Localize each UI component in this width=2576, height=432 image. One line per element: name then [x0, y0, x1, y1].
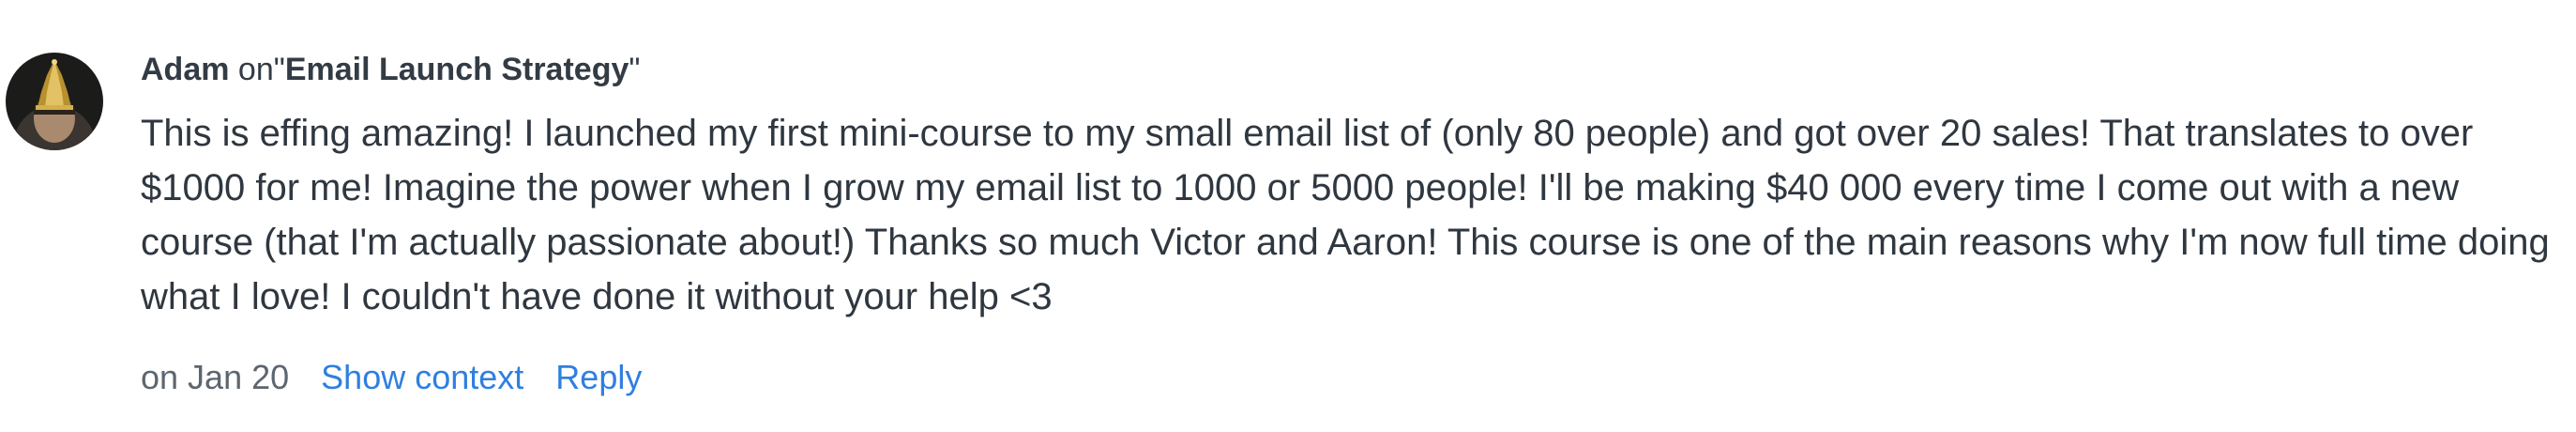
reply-link[interactable]: Reply: [555, 358, 642, 396]
comment-date: on Jan 20: [141, 358, 290, 396]
comment-item: Adam on"Email Launch Strategy" This is e…: [0, 0, 2576, 432]
comment-header: Adam on"Email Launch Strategy": [141, 49, 640, 90]
quote-open: ": [273, 52, 285, 87]
lesson-title[interactable]: Email Launch Strategy: [285, 52, 629, 87]
comment-body: This is effing amazing! I launched my fi…: [141, 113, 2550, 317]
avatar-image: [6, 53, 103, 150]
quote-close: ": [629, 52, 641, 87]
on-label: on: [237, 52, 274, 87]
avatar[interactable]: [6, 53, 103, 150]
show-context-link[interactable]: Show context: [321, 358, 523, 396]
comment-footer: on Jan 20 Show context Reply: [141, 355, 664, 400]
author-name[interactable]: Adam: [141, 52, 229, 87]
